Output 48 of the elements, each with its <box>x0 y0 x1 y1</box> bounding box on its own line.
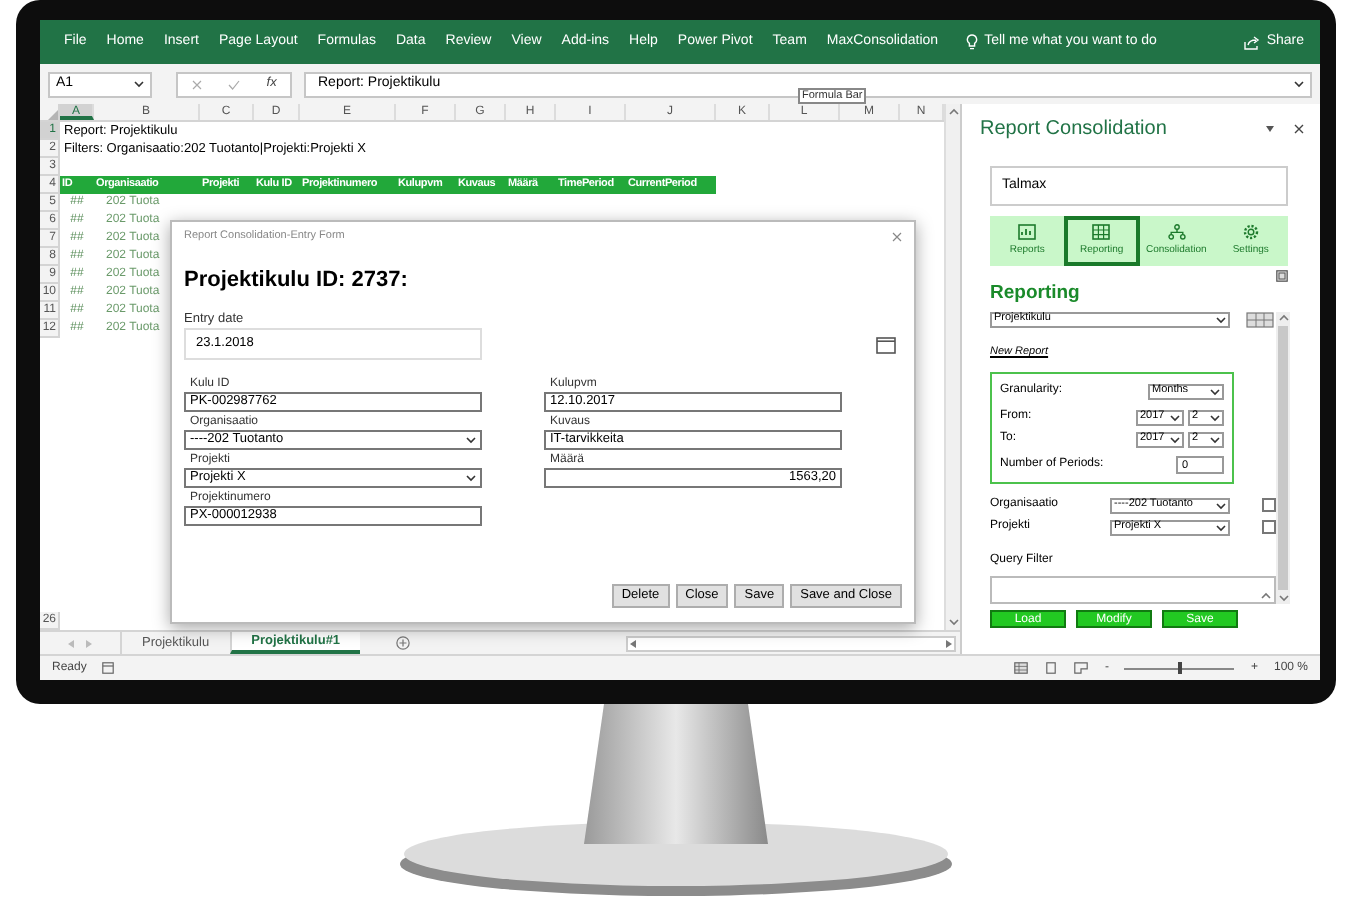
share-icon <box>1244 35 1261 49</box>
caret-icon <box>134 80 144 88</box>
scroll-up-icon[interactable] <box>1260 590 1272 603</box>
pane-scrollbar[interactable] <box>1276 312 1290 605</box>
zoom-slider[interactable] <box>1124 662 1235 674</box>
checkbox[interactable] <box>1262 520 1276 535</box>
cancel-icon[interactable] <box>191 79 202 89</box>
dialog-heading: Projektikulu ID: 2737: <box>184 268 410 295</box>
query-filter-field[interactable] <box>990 576 1276 605</box>
window-icon[interactable] <box>1276 270 1288 282</box>
scroll-down-icon[interactable] <box>947 616 959 628</box>
caret-icon <box>1216 523 1226 532</box>
hierarchy-icon <box>1167 223 1186 240</box>
add-sheet-icon[interactable] <box>396 636 411 650</box>
dropdown-icon[interactable] <box>1266 125 1274 131</box>
lightbulb-icon <box>966 34 979 50</box>
section-heading: Reporting <box>990 282 1082 306</box>
page-break-icon[interactable] <box>1074 662 1089 674</box>
scroll-right-icon[interactable] <box>946 639 952 647</box>
caret-icon <box>1216 501 1226 510</box>
scroll-up-icon[interactable] <box>947 106 959 118</box>
macro-icon[interactable] <box>102 662 115 674</box>
gear-icon <box>1241 223 1260 240</box>
caret-icon <box>1170 435 1180 444</box>
check-icon[interactable] <box>227 79 240 89</box>
caret-icon <box>1294 80 1304 88</box>
normal-view-icon[interactable] <box>1014 662 1029 674</box>
calendar-icon[interactable] <box>876 335 896 354</box>
table-icon[interactable] <box>1246 312 1274 328</box>
scroll-down-icon[interactable] <box>1277 592 1289 605</box>
scroll-left-icon[interactable] <box>630 639 636 647</box>
caret-icon <box>466 436 476 445</box>
caret-icon <box>466 474 476 483</box>
slider-thumb[interactable] <box>1177 662 1182 674</box>
caret-icon <box>1210 387 1220 396</box>
checkbox[interactable] <box>1262 498 1276 513</box>
close-icon[interactable] <box>1294 123 1304 133</box>
pane-title: Report Consolidation <box>980 115 1167 143</box>
report-icon <box>1018 223 1037 240</box>
page-layout-icon[interactable] <box>1044 662 1059 674</box>
caret-icon <box>1216 316 1226 324</box>
caret-icon <box>1210 435 1220 444</box>
caret-icon <box>1170 413 1180 422</box>
scroll-up-icon[interactable] <box>1277 312 1289 324</box>
table-icon <box>1092 223 1111 240</box>
vertical-scrollbar[interactable] <box>944 104 960 630</box>
caret-icon <box>1210 413 1220 422</box>
horizontal-scrollbar[interactable] <box>626 635 956 651</box>
